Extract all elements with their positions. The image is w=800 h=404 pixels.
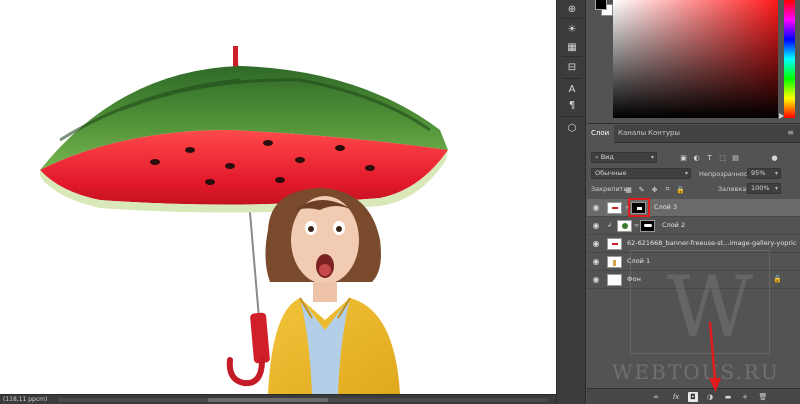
- layers-bottom-toolbar: ∞ fx ◘ ◑ ▬ + 🗑: [587, 388, 800, 404]
- chevron-down-icon: ▾: [650, 154, 654, 161]
- panel-icon-column: ⊕ ☀ ▦ ⊟ A ¶ ⬡: [556, 0, 586, 404]
- scroll-thumb[interactable]: [208, 398, 328, 402]
- swatches-icon[interactable]: ⊕: [565, 2, 579, 16]
- lock-transparency-icon[interactable]: ▦: [624, 185, 633, 194]
- layer-row-sloy-3[interactable]: ◉ ∞ Слой 3: [587, 199, 800, 217]
- lock-artboard-icon[interactable]: ⌗: [663, 185, 672, 194]
- document-canvas[interactable]: [0, 0, 556, 394]
- styles-icon[interactable]: ▦: [565, 40, 579, 54]
- panel-tabs: Слои Каналы Контуры ≡: [587, 125, 800, 143]
- layer-thumbnail: [617, 220, 632, 232]
- eye-icon[interactable]: ◉: [591, 221, 601, 231]
- foreground-color-swatch[interactable]: [595, 0, 607, 10]
- horizontal-scrollbar[interactable]: [58, 398, 548, 402]
- eye-icon[interactable]: ◉: [591, 275, 601, 285]
- layer-row-sloy-2[interactable]: ◉ ↲ ∞ Слой 2: [587, 217, 800, 235]
- tool-separator: [562, 116, 582, 117]
- filter-type-icon[interactable]: T: [705, 153, 714, 162]
- tool-separator: [562, 78, 582, 79]
- layer-thumbnail: [607, 238, 622, 250]
- color-picker-panel: [587, 0, 800, 124]
- layer-thumbnail: [607, 202, 622, 214]
- trash-icon[interactable]: 🗑: [758, 392, 768, 402]
- layer-filter-select[interactable]: ⌕ Вид ▾: [591, 152, 657, 163]
- filter-adjustment-icon[interactable]: ◐: [692, 153, 701, 162]
- layer-filter-value: Вид: [600, 153, 614, 161]
- lock-pixels-icon[interactable]: ✎: [637, 185, 646, 194]
- link-icon[interactable]: ∞: [651, 392, 661, 402]
- filter-toggle-icon[interactable]: ●: [770, 153, 779, 162]
- paragraph-icon[interactable]: ¶: [565, 98, 579, 112]
- fill-input[interactable]: 100% ▾: [747, 183, 781, 194]
- chevron-down-icon: ▾: [774, 170, 778, 177]
- tab-layers[interactable]: Слои: [591, 129, 609, 137]
- fill-value: 100%: [751, 184, 770, 192]
- tab-paths[interactable]: Контуры: [648, 129, 680, 137]
- layer-thumbnail: [607, 274, 622, 286]
- surprised-girl: [265, 188, 400, 394]
- opacity-input[interactable]: 95% ▾: [747, 168, 781, 179]
- character-icon[interactable]: A: [565, 82, 579, 96]
- blend-mode-value: Обычные: [595, 169, 627, 177]
- adjustments-icon[interactable]: ☀: [565, 22, 579, 36]
- layer-name[interactable]: Слой 2: [662, 221, 792, 229]
- lock-position-icon[interactable]: ✥: [650, 185, 659, 194]
- eye-icon[interactable]: ◉: [591, 203, 601, 213]
- layer-thumbnail: [607, 256, 622, 268]
- status-bar: (118,11 ppcm): [0, 394, 556, 404]
- fill-label: Заливка:: [718, 185, 749, 193]
- watermelon-umbrella: [40, 66, 448, 213]
- tool-separator: [562, 18, 582, 19]
- fx-icon[interactable]: fx: [671, 392, 681, 402]
- layer-name[interactable]: Слой 3: [654, 203, 794, 211]
- tab-channels[interactable]: Каналы: [618, 129, 646, 137]
- opacity-value: 95%: [751, 169, 766, 177]
- chevron-down-icon: ▾: [774, 185, 778, 192]
- new-layer-icon[interactable]: +: [740, 392, 750, 402]
- filter-smart-object-icon[interactable]: ▤: [731, 153, 740, 162]
- group-folder-icon[interactable]: ▬: [723, 392, 733, 402]
- mask-highlight-box: [628, 198, 650, 217]
- red-arrow-annotation: [708, 322, 721, 392]
- tool-separator: [562, 56, 582, 57]
- panel-menu-icon[interactable]: ≡: [787, 128, 794, 137]
- blend-mode-select[interactable]: Обычные ▾: [591, 168, 691, 179]
- eye-icon[interactable]: ◉: [591, 239, 601, 249]
- hue-slider[interactable]: [784, 0, 795, 118]
- 3d-icon[interactable]: ⬡: [565, 121, 579, 135]
- doc-resolution-readout: (118,11 ppcm): [3, 396, 48, 403]
- lock-all-icon[interactable]: 🔒: [676, 185, 685, 194]
- properties-icon[interactable]: ⊟: [565, 60, 579, 74]
- clipping-mask-arrow-icon: ↲: [607, 222, 613, 229]
- add-mask-icon[interactable]: ◘: [688, 392, 698, 402]
- canvas-artwork: [40, 46, 448, 394]
- umbrella-tip: [233, 46, 238, 68]
- fg-bg-swatches[interactable]: [593, 0, 615, 18]
- layer-name[interactable]: 62-621668_banner-freeuse-st...image-gall…: [627, 239, 797, 247]
- saturation-brightness-field[interactable]: [613, 0, 778, 118]
- link-icon[interactable]: ∞: [634, 222, 639, 229]
- chevron-down-icon: ▾: [684, 170, 688, 177]
- hue-slider-handle[interactable]: [779, 113, 784, 119]
- lock-icon: 🔒: [773, 275, 782, 283]
- filter-pixel-icon[interactable]: ▣: [679, 153, 688, 162]
- layer-mask-thumbnail[interactable]: [640, 220, 655, 232]
- eye-icon[interactable]: ◉: [591, 257, 601, 267]
- filter-shape-icon[interactable]: ⬚: [718, 153, 727, 162]
